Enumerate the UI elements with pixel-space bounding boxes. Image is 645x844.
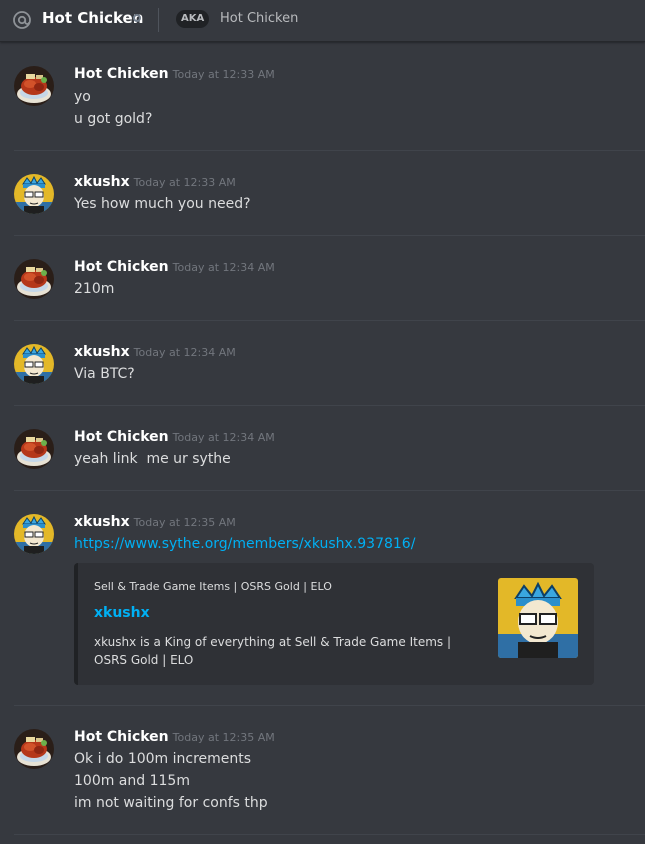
author-name[interactable]: Hot Chicken [74, 259, 169, 275]
author-name[interactable]: xkushx [74, 174, 130, 190]
message-text: Via BTC? [74, 366, 135, 382]
avatar[interactable] [14, 66, 54, 106]
message-timestamp: Today at 12:33 AM [133, 176, 236, 189]
hot-chicken-avatar-icon [14, 729, 54, 769]
avatar[interactable] [14, 729, 54, 769]
message-author[interactable]: xkushx Today at 12:35 AM [74, 514, 236, 530]
message-divider [14, 150, 645, 151]
aka-badge: AKA [176, 10, 210, 28]
message-text: yo [74, 89, 91, 105]
hot-chicken-avatar-icon [14, 66, 54, 106]
embed-provider: Sell & Trade Game Items | OSRS Gold | EL… [94, 580, 332, 593]
xkushx-thumbnail-icon [498, 578, 578, 658]
xkushx-avatar-icon [14, 514, 54, 554]
message-text: yeah link me ur sythe [74, 451, 231, 467]
xkushx-avatar-icon [14, 174, 54, 214]
message-text: 210m [74, 281, 115, 297]
message-text: im not waiting for confs thp [74, 795, 268, 811]
header-divider [158, 8, 159, 32]
message-author[interactable]: xkushx Today at 12:33 AM [74, 174, 236, 190]
message-timestamp: Today at 12:34 AM [172, 261, 275, 274]
message-timestamp: Today at 12:35 AM [172, 731, 275, 744]
offline-status-icon [133, 14, 141, 22]
message-divider [14, 405, 645, 406]
message-timestamp: Today at 12:35 AM [133, 516, 236, 529]
hot-chicken-avatar-icon [14, 259, 54, 299]
message-author[interactable]: Hot Chicken Today at 12:35 AM [74, 729, 275, 745]
message-divider [14, 235, 645, 236]
message-divider [14, 834, 645, 835]
author-name[interactable]: xkushx [74, 344, 130, 360]
at-sign-icon [13, 11, 31, 29]
author-name[interactable]: Hot Chicken [74, 66, 169, 82]
message-divider [14, 490, 645, 491]
message-divider [14, 705, 645, 706]
message-text: 100m and 115m [74, 773, 190, 789]
avatar[interactable] [14, 514, 54, 554]
link-embed: Sell & Trade Game Items | OSRS Gold | EL… [74, 563, 594, 685]
author-name[interactable]: xkushx [74, 514, 130, 530]
message-author[interactable]: Hot Chicken Today at 12:33 AM [74, 66, 275, 82]
aka-name: Hot Chicken [220, 11, 299, 26]
message-author[interactable]: Hot Chicken Today at 12:34 AM [74, 259, 275, 275]
avatar[interactable] [14, 344, 54, 384]
hot-chicken-avatar-icon [14, 429, 54, 469]
message-timestamp: Today at 12:34 AM [133, 346, 236, 359]
message-timestamp: Today at 12:34 AM [172, 431, 275, 444]
message-timestamp: Today at 12:33 AM [172, 68, 275, 81]
message-text: Ok i do 100m increments [74, 751, 252, 767]
message-author[interactable]: Hot Chicken Today at 12:34 AM [74, 429, 275, 445]
dm-title: Hot Chicken [42, 9, 144, 27]
embed-title[interactable]: xkushx [94, 605, 150, 621]
avatar[interactable] [14, 174, 54, 214]
author-name[interactable]: Hot Chicken [74, 729, 169, 745]
xkushx-avatar-icon [14, 344, 54, 384]
avatar[interactable] [14, 429, 54, 469]
message-link[interactable]: https://www.sythe.org/members/xkushx.937… [74, 536, 415, 552]
message-text: Yes how much you need? [74, 196, 251, 212]
message-author[interactable]: xkushx Today at 12:34 AM [74, 344, 236, 360]
channel-header: Hot Chicken AKA Hot Chicken [0, 0, 645, 42]
embed-thumbnail[interactable] [498, 578, 578, 658]
message-divider [14, 320, 645, 321]
avatar[interactable] [14, 259, 54, 299]
message-text: u got gold? [74, 111, 153, 127]
embed-description: xkushx is a King of everything at Sell &… [94, 635, 451, 667]
author-name[interactable]: Hot Chicken [74, 429, 169, 445]
